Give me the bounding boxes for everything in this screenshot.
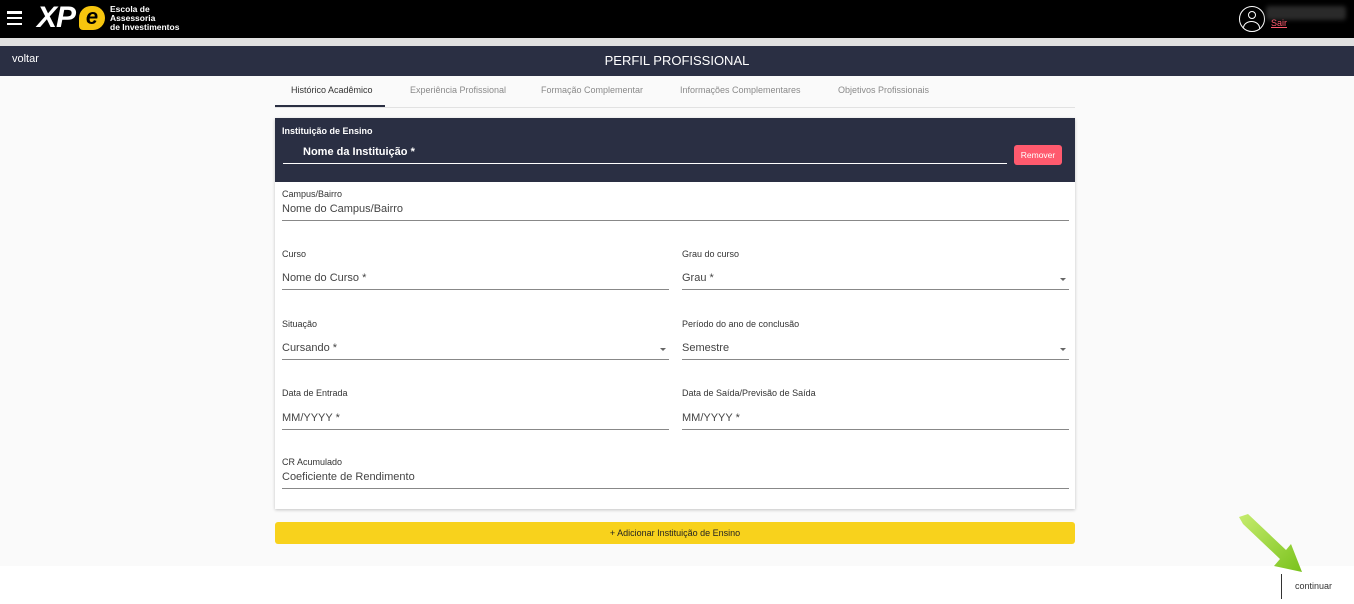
institution-section-label: Instituição de Ensino bbox=[282, 126, 373, 136]
logo-e: e bbox=[79, 6, 105, 30]
degree-select[interactable]: Grau * bbox=[682, 270, 1069, 290]
cr-placeholder: Coeficiente de Rendimento bbox=[282, 471, 415, 483]
campus-input[interactable]: Nome do Campus/Bairro bbox=[282, 201, 1069, 221]
cr-label: CR Acumulado bbox=[282, 457, 343, 467]
start-date-label: Data de Entrada bbox=[282, 388, 348, 398]
status-value: Cursando * bbox=[282, 342, 338, 354]
user-avatar-icon[interactable] bbox=[1239, 6, 1265, 32]
status-select[interactable]: Cursando * bbox=[282, 340, 669, 360]
header-divider bbox=[0, 38, 1354, 46]
footer-bar: continuar bbox=[0, 566, 1354, 604]
end-date-input[interactable]: MM/YYYY * bbox=[682, 410, 1069, 430]
logo-line-3: de Investimentos bbox=[110, 21, 180, 32]
institution-form-card: Instituição de Ensino Nome da Instituiçã… bbox=[275, 118, 1075, 509]
tab-experiencia-profissional[interactable]: Experiência Profissional bbox=[410, 85, 506, 95]
logout-link[interactable]: Sair bbox=[1271, 18, 1287, 28]
dropdown-caret-icon bbox=[660, 348, 666, 351]
cr-input[interactable]: Coeficiente de Rendimento bbox=[282, 469, 1069, 489]
end-date-label: Data de Saída/Previsão de Saída bbox=[682, 388, 816, 398]
institution-name-input[interactable]: Nome da Instituição * bbox=[283, 144, 1007, 164]
start-date-input[interactable]: MM/YYYY * bbox=[282, 410, 669, 430]
tab-objetivos-profissionais[interactable]: Objetivos Profissionais bbox=[838, 85, 929, 95]
period-value: Semestre bbox=[682, 342, 730, 354]
institution-header: Instituição de Ensino Nome da Instituiçã… bbox=[275, 118, 1075, 182]
period-select[interactable]: Semestre bbox=[682, 340, 1069, 360]
hamburger-menu-icon[interactable] bbox=[7, 11, 22, 26]
degree-placeholder: Grau * bbox=[682, 272, 714, 284]
top-header: XP e Escola de Assessoria de Investiment… bbox=[0, 0, 1354, 38]
campus-label: Campus/Bairro bbox=[282, 189, 343, 199]
page-title: PERFIL PROFISSIONAL bbox=[604, 53, 750, 68]
continue-button[interactable]: continuar bbox=[1281, 574, 1354, 599]
add-institution-button[interactable]: + Adicionar Instituição de Ensino bbox=[275, 522, 1075, 544]
course-placeholder: Nome do Curso * bbox=[282, 272, 367, 284]
logo-mark: XP bbox=[37, 1, 76, 34]
tab-formacao-complementar[interactable]: Formação Complementar bbox=[541, 85, 643, 95]
profile-tabs: Histórico Acadêmico Experiência Profissi… bbox=[275, 76, 1075, 108]
remove-button[interactable]: Remover bbox=[1014, 145, 1062, 165]
institution-name-placeholder: Nome da Instituição * bbox=[303, 146, 415, 158]
tab-informacoes-complementares[interactable]: Informações Complementares bbox=[680, 85, 801, 95]
dropdown-caret-icon bbox=[1060, 348, 1066, 351]
tab-historico-academico[interactable]: Histórico Acadêmico bbox=[291, 85, 373, 95]
period-label: Período do ano de conclusão bbox=[682, 319, 800, 329]
back-link[interactable]: voltar bbox=[12, 53, 39, 65]
end-date-placeholder: MM/YYYY * bbox=[682, 412, 740, 424]
logo-text: Escola de Assessoria de Investimentos bbox=[110, 5, 179, 31]
dropdown-caret-icon bbox=[1060, 278, 1066, 281]
start-date-placeholder: MM/YYYY * bbox=[282, 412, 340, 424]
active-tab-indicator bbox=[275, 105, 385, 107]
title-bar: PERFIL PROFISSIONAL voltar bbox=[0, 46, 1354, 76]
campus-placeholder: Nome do Campus/Bairro bbox=[282, 203, 404, 215]
course-input[interactable]: Nome do Curso * bbox=[282, 270, 669, 290]
status-label: Situação bbox=[282, 319, 318, 329]
course-label: Curso bbox=[282, 249, 307, 259]
degree-label: Grau do curso bbox=[682, 249, 740, 259]
